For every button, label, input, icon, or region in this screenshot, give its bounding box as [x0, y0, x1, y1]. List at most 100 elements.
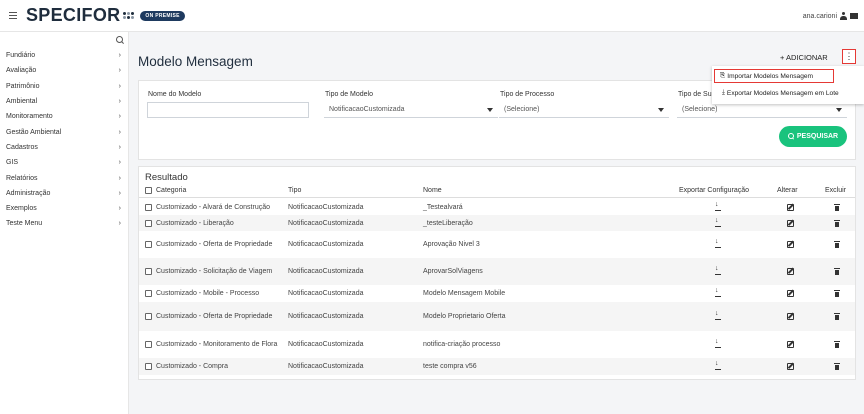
user-menu[interactable]: ana.carioni [803, 12, 858, 20]
sidebar-item[interactable]: Gestão Ambiental › [0, 124, 129, 139]
search-icon [787, 133, 795, 140]
export-config-button[interactable] [712, 258, 724, 285]
row-checkbox[interactable] [145, 268, 152, 275]
trash-icon [834, 290, 840, 297]
cell-categoria: Customizado - Mobile - Processo [145, 285, 287, 302]
header-nome[interactable]: Nome [423, 187, 442, 194]
chevron-right-icon: › [118, 220, 121, 228]
edit-button[interactable] [784, 285, 796, 302]
tipo-sub-label: Tipo de Sub [678, 91, 716, 98]
brand-logo: SPECIFOR [26, 5, 121, 25]
chevron-right-icon: › [118, 52, 121, 60]
results-title: Resultado [145, 172, 188, 183]
table-row: Customizado - Compra NotificacaoCustomiza… [139, 358, 855, 375]
export-config-button[interactable] [712, 285, 724, 302]
table-row: Customizado - Alvará de Construção Notifi… [139, 199, 855, 215]
sidebar-item[interactable]: Cadastros › [0, 140, 129, 155]
cell-tipo: NotificacaoCustomizada [288, 341, 364, 348]
cell-tipo: NotificacaoCustomizada [288, 290, 364, 297]
row-checkbox[interactable] [145, 290, 152, 297]
export-config-button[interactable] [712, 331, 724, 358]
export-label: Exportar Modelos Mensagem em Lote [726, 89, 839, 97]
chevron-right-icon: › [118, 174, 121, 182]
edit-button[interactable] [784, 258, 796, 285]
download-icon: ⤓ [722, 89, 725, 96]
edit-button[interactable] [784, 331, 796, 358]
nome-modelo-label: Nome do Modelo [148, 91, 202, 98]
export-config-button[interactable] [712, 215, 724, 231]
sidebar-item[interactable]: Exemplos › [0, 201, 129, 216]
add-button[interactable]: + ADICIONAR [780, 53, 828, 62]
sidebar-item-label: Avaliação [6, 67, 37, 75]
row-checkbox[interactable] [145, 203, 152, 211]
select-all-checkbox[interactable] [145, 187, 152, 194]
export-config-button[interactable] [712, 302, 724, 331]
sidebar-item[interactable]: Ambiental › [0, 94, 129, 109]
row-checkbox[interactable] [145, 313, 152, 320]
tipo-sub-value: (Selecione) [682, 106, 718, 113]
trash-icon [834, 363, 840, 370]
download-icon [715, 201, 721, 211]
tipo-modelo-select[interactable]: NotificacaoCustomizada [324, 102, 498, 118]
cell-nome: Modelo Mensagem Mobile [423, 290, 506, 297]
sidebar-menu: Fundiário › Avaliação › Patrimônio › Ambiental… [0, 48, 129, 232]
download-icon [715, 360, 721, 370]
search-button[interactable]: PESQUISAR [779, 126, 847, 147]
export-lote-menu-item[interactable]: ⤓ Exportar Modelos Mensagem em Lote [712, 89, 839, 97]
table-row: Customizado - Oferta de Propriedade Notif… [139, 231, 855, 258]
row-checkbox[interactable] [145, 219, 152, 227]
sidebar-item[interactable]: Patrimônio › [0, 79, 129, 94]
sidebar-item-label: Cadastros [6, 143, 38, 151]
tipo-sub-select[interactable]: (Selecione) [677, 102, 847, 118]
edit-button[interactable] [784, 358, 796, 375]
header-tipo[interactable]: Tipo [288, 187, 301, 194]
cell-tipo: NotificacaoCustomizada [288, 313, 364, 320]
sidebar-item[interactable]: Avaliação › [0, 63, 129, 78]
chevron-down-icon [836, 107, 842, 112]
search-icon[interactable] [116, 36, 125, 45]
cell-categoria: Customizado - Alvará de Construção [145, 199, 287, 215]
chevron-right-icon: › [118, 98, 121, 106]
row-checkbox[interactable] [145, 241, 152, 248]
tipo-processo-select[interactable]: (Selecione) [499, 102, 669, 118]
sidebar-item[interactable]: GIS › [0, 155, 129, 170]
table-row: Customizado - Solicitação de Viagem Notif… [139, 258, 855, 285]
export-config-button[interactable] [712, 231, 724, 258]
delete-button[interactable] [831, 358, 843, 375]
user-icon[interactable] [839, 12, 848, 20]
mail-icon[interactable] [850, 13, 858, 19]
delete-button[interactable] [831, 215, 843, 231]
edit-button[interactable] [784, 215, 796, 231]
import-modelos-menu-item[interactable]: ⎘ Importar Modelos Mensagem [714, 69, 834, 83]
sidebar-item[interactable]: Administração › [0, 186, 129, 201]
export-config-button[interactable] [712, 358, 724, 375]
delete-button[interactable] [831, 199, 843, 215]
nome-modelo-input[interactable] [147, 102, 309, 118]
sidebar-item-label: Monitoramento [6, 113, 53, 121]
delete-button[interactable] [831, 331, 843, 358]
edit-button[interactable] [784, 231, 796, 258]
sidebar-item[interactable]: Monitoramento › [0, 109, 129, 124]
delete-button[interactable] [831, 231, 843, 258]
hamburger-menu-icon[interactable] [4, 11, 22, 20]
row-checkbox[interactable] [145, 341, 152, 348]
table-row: Customizado - Oferta de Propriedade Notif… [139, 302, 855, 331]
sidebar-item-label: Ambiental [6, 98, 38, 106]
header-exportar: Exportar Configuração [679, 187, 750, 194]
edit-button[interactable] [784, 199, 796, 215]
delete-button[interactable] [831, 258, 843, 285]
trash-icon [834, 219, 840, 227]
table-header: Categoria Tipo Nome Exportar Configuraçã… [139, 186, 855, 198]
edit-button[interactable] [784, 302, 796, 331]
sidebar-item[interactable]: Fundiário › [0, 48, 129, 63]
sidebar-item[interactable]: Teste Menu › [0, 216, 129, 231]
row-checkbox[interactable] [145, 363, 152, 370]
sidebar-item[interactable]: Relatórios › [0, 170, 129, 185]
sidebar: Fundiário › Avaliação › Patrimônio › Ambiental… [0, 32, 129, 414]
delete-button[interactable] [831, 302, 843, 331]
export-config-button[interactable] [712, 199, 724, 215]
edit-icon [786, 241, 794, 248]
delete-button[interactable] [831, 285, 843, 302]
cell-nome: AprovarSolViagens [423, 268, 483, 275]
more-options-icon[interactable]: ⋮ [842, 49, 856, 64]
